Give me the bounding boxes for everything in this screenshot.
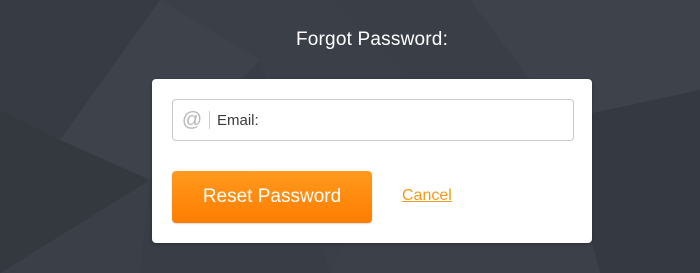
page-title: Forgot Password: (295, 29, 449, 50)
forgot-password-card: @ Reset Password Cancel (152, 79, 592, 243)
field-separator (209, 111, 210, 129)
email-input[interactable] (217, 102, 573, 138)
email-field[interactable]: @ (172, 99, 574, 141)
cancel-link[interactable]: Cancel (402, 187, 452, 205)
at-icon: @ (181, 109, 203, 131)
reset-password-button[interactable]: Reset Password (172, 171, 372, 223)
